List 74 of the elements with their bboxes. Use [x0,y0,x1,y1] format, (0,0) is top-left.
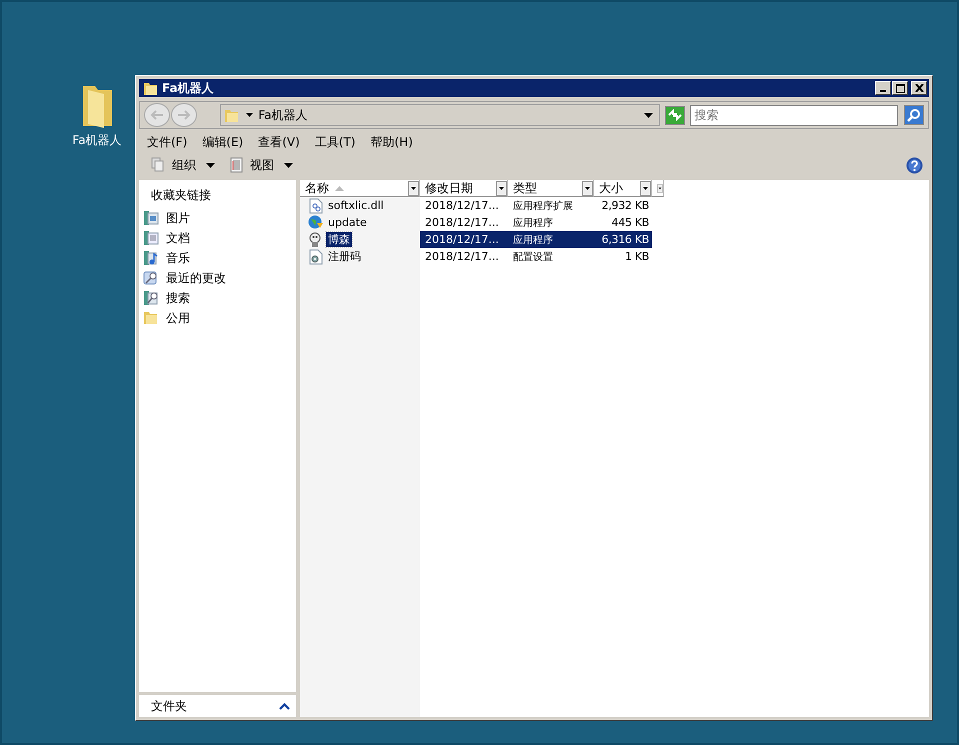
favorite-link[interactable]: 音乐 [139,248,296,268]
pages-icon [151,157,166,173]
file-icon [308,198,323,214]
collapse-chevron-icon[interactable] [279,702,290,710]
file-name[interactable]: 博森 [326,232,352,247]
folder-icon [143,310,159,326]
favorite-link[interactable]: 文档 [139,228,296,248]
table-cell: 2018/12/17... [420,231,508,248]
folder-icon [224,108,240,122]
left-arrow-icon [150,109,164,121]
folder-icon [143,80,158,96]
search-field[interactable]: 搜索 [690,104,898,126]
column-header[interactable]: 类型 [508,180,594,197]
table-cell-text: 应用程序 [512,216,554,230]
file-name[interactable]: update [326,216,369,229]
file-name[interactable]: softxlic.dll [326,199,386,212]
menu-item[interactable]: 工具(T) [314,134,356,150]
right-arrow-icon [177,109,191,121]
table-cell-text: 445 KB [610,215,650,231]
minimize-button[interactable] [875,81,891,95]
application-icon [308,232,323,248]
pictures-folder-icon [143,210,159,226]
favorite-link[interactable]: 搜索 [139,288,296,308]
favorite-link[interactable]: 图片 [139,208,296,228]
search-folder-icon [143,290,159,306]
settings-file-icon [308,248,323,264]
music-folder-icon [143,250,159,266]
caret-icon [206,162,215,168]
table-cell-text: 配置设置 [512,250,554,264]
dropdown-caret-icon[interactable] [644,112,653,118]
globe-icon [308,214,323,230]
table-cell-text: 2018/12/17... [424,249,500,265]
table-cell-text: 2018/12/17... [424,215,500,231]
organize-button[interactable]: 组织 [147,154,219,176]
search-icon [907,108,922,122]
favorite-link[interactable]: 最近的更改 [139,268,296,288]
maximize-icon [896,84,904,92]
section-title: 收藏夹链接 [150,187,212,204]
caret-icon[interactable] [246,113,254,117]
table-cell-text: 2018/12/17... [424,198,500,214]
window-title: Fa机器人 [162,80,214,96]
close-button[interactable] [911,81,927,95]
address-field[interactable]: Fa机器人 [220,104,660,126]
refresh-button[interactable] [664,106,686,124]
table-cell: 6,316 KB [594,231,652,248]
menu-item[interactable]: 帮助(H) [370,134,413,150]
favorite-link[interactable]: 公用 [139,308,296,328]
recent-changes-icon [143,270,159,286]
table-cell-text: 1 KB [624,249,650,265]
refresh-icon [668,109,682,121]
file-name[interactable]: 注册码 [326,249,363,264]
maximize-button[interactable] [892,81,908,95]
sort-arrow-icon [335,186,344,190]
views-button[interactable]: 视图 [225,154,297,176]
caret-icon [284,162,293,168]
column-dropdown-button[interactable] [408,180,419,196]
column-header[interactable]: 修改日期 [420,180,508,197]
menu-item[interactable]: 查看(V) [258,134,300,150]
list-view-icon [229,157,244,173]
table-cell-text: 2,932 KB [600,198,650,214]
folders-bar[interactable]: 文件夹 [139,692,296,717]
column-dropdown-button[interactable] [496,180,507,196]
table-cell: 应用程序 [508,231,594,248]
menu-item[interactable]: 编辑(E) [202,134,244,150]
column-dropdown-button[interactable] [582,180,593,196]
desktop-icon-label[interactable]: Fa机器人 [72,132,122,149]
column-dropdown-button[interactable] [640,180,651,196]
help-icon[interactable] [906,156,923,174]
close-icon [914,84,924,92]
column-header[interactable]: 大小 [594,180,652,197]
menu-item[interactable]: 文件(F) [147,134,188,150]
documents-folder-icon [143,230,159,246]
table-cell-text: 应用程序扩展 [512,200,574,214]
search-button[interactable] [904,105,924,125]
